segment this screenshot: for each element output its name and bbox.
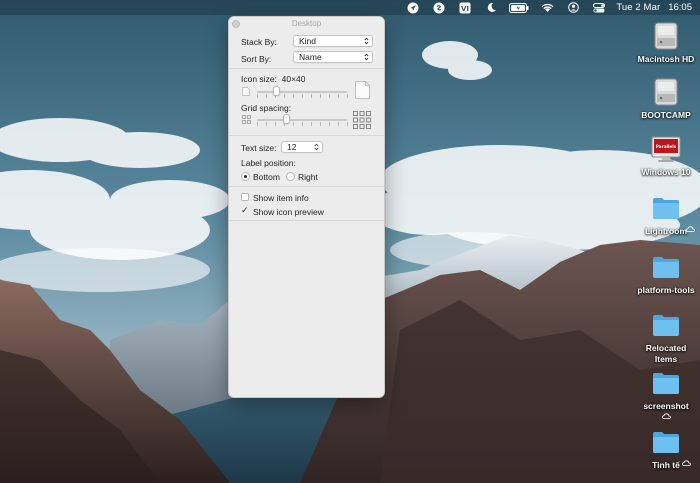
slider-tick (347, 94, 348, 98)
slider-tick (338, 122, 339, 126)
wifi-icon[interactable] (534, 0, 560, 15)
hard-drive-icon (651, 21, 681, 51)
icon-size-label: Icon size: 40×40 (241, 74, 306, 84)
slider-tick (338, 94, 339, 98)
slider-tick (302, 122, 303, 126)
desktop-icon-tinh-te[interactable]: Tinh tế (634, 427, 698, 471)
slider-tick (257, 122, 258, 126)
small-grid-icon (242, 115, 251, 124)
chevron-updown-icon (364, 53, 369, 61)
slider-tick (266, 122, 267, 126)
svg-text:VI: VI (461, 5, 469, 13)
desktop-icon-platform-tools[interactable]: platform-tools (634, 252, 698, 296)
icon-size-slider-knob[interactable] (273, 86, 281, 96)
stack-by-value: Kind (299, 36, 317, 46)
slider-tick (311, 122, 312, 126)
menu-bar: VI Tue 2 Mar 16:05 (0, 0, 700, 15)
show-icon-preview-label: Show icon preview (253, 207, 324, 217)
sort-by-value: Name (299, 52, 322, 62)
slider-tick (293, 122, 294, 126)
desktop-icon-label: Relocated Items (645, 343, 687, 364)
slider-tick (329, 122, 330, 126)
divider (229, 220, 384, 221)
slider-tick (329, 94, 330, 98)
do-not-disturb-moon-icon[interactable] (478, 0, 504, 15)
desktop-icon-label: Lightroom (644, 226, 688, 236)
grid-spacing-label: Grid spacing: (241, 103, 292, 113)
desktop-icon-label: screenshot (643, 401, 689, 411)
desktop-icon-bootcamp[interactable]: BOOTCAMP (634, 77, 698, 121)
desktop-icon-screenshot[interactable]: screenshot (634, 368, 698, 419)
slider-tick (311, 94, 312, 98)
user-account-icon[interactable] (560, 0, 586, 15)
desktop-icon-macintosh-hd[interactable]: Macintosh HD (634, 21, 698, 65)
show-item-info-label: Show item info (253, 193, 309, 203)
stack-by-label: Stack By: (241, 37, 277, 47)
radio-bottom[interactable] (241, 172, 250, 181)
folder-icon (651, 252, 681, 282)
text-size-select[interactable]: 12 (281, 141, 323, 153)
slider-tick (293, 94, 294, 98)
hard-drive-icon (651, 77, 681, 107)
show-item-info-checkbox[interactable] (241, 193, 249, 201)
radio-right[interactable] (286, 172, 295, 181)
small-document-icon (242, 87, 250, 96)
slider-tick (275, 122, 276, 126)
text-size-label: Text size: (241, 143, 277, 153)
checkmark-icon[interactable]: ✓ (241, 206, 249, 215)
slider-tick (320, 94, 321, 98)
desktop-icon-label: BOOTCAMP (641, 110, 691, 120)
divider (229, 68, 384, 69)
radio-right-label: Right (298, 172, 318, 182)
sort-by-label: Sort By: (241, 54, 272, 64)
desktop-icon-label: Tinh tế (652, 460, 680, 470)
desktop-icon-relocated-items[interactable]: Relocated Items (634, 310, 698, 365)
slider-tick (320, 122, 321, 126)
icloud-status-icon (686, 226, 695, 232)
folder-icon (651, 368, 681, 398)
stack-by-select[interactable]: Kind (293, 35, 373, 47)
chevron-updown-icon (314, 143, 319, 151)
divider (229, 135, 384, 136)
grid-spacing-slider-track[interactable] (257, 119, 347, 121)
shazam-icon[interactable] (426, 0, 452, 15)
large-document-icon (355, 81, 370, 99)
desktop-icon-lightroom[interactable]: Lightroom (634, 193, 698, 237)
slider-tick (284, 94, 285, 98)
slider-tick (266, 94, 267, 98)
text-size-value: 12 (287, 142, 297, 152)
desktop-icon-label: platform-tools (637, 285, 695, 295)
icon-size-slider-track[interactable] (257, 91, 347, 93)
desktop-icon-windows-10[interactable]: Parallels Windows 10 (634, 134, 698, 178)
chevron-updown-icon (364, 37, 369, 45)
divider (229, 186, 384, 187)
slider-tick (347, 122, 348, 126)
location-arrow-icon[interactable] (400, 0, 426, 15)
radio-bottom-label: Bottom (253, 172, 280, 182)
icloud-status-icon (662, 413, 671, 419)
battery-icon[interactable] (504, 0, 534, 15)
parallels-vm-icon: Parallels (651, 134, 681, 164)
label-position-label: Label position: (241, 158, 296, 168)
grid-spacing-slider-knob[interactable] (283, 114, 291, 124)
control-center-icon[interactable] (586, 0, 612, 15)
desktop-icon-label: Windows 10 (641, 167, 691, 177)
sort-by-select[interactable]: Name (293, 51, 373, 63)
folder-icon (651, 310, 681, 340)
icloud-status-icon (682, 460, 691, 466)
desktop-view-options-panel: Desktop Stack By: Kind Sort By: Name Ico… (228, 16, 385, 398)
slider-tick (302, 94, 303, 98)
desktop-icon-label: Macintosh HD (637, 54, 695, 64)
vietnamese-input-icon[interactable]: VI (452, 0, 478, 15)
slider-tick (257, 94, 258, 98)
menubar-date[interactable]: Tue 2 Mar (612, 0, 666, 15)
menubar-time[interactable]: 16:05 (666, 0, 692, 15)
parallels-badge-text: Parallels (656, 144, 677, 149)
panel-title: Desktop (291, 19, 322, 28)
icon-size-value: 40×40 (281, 74, 306, 84)
folder-icon (651, 427, 681, 457)
large-grid-icon (353, 111, 371, 129)
folder-icon (651, 193, 681, 223)
